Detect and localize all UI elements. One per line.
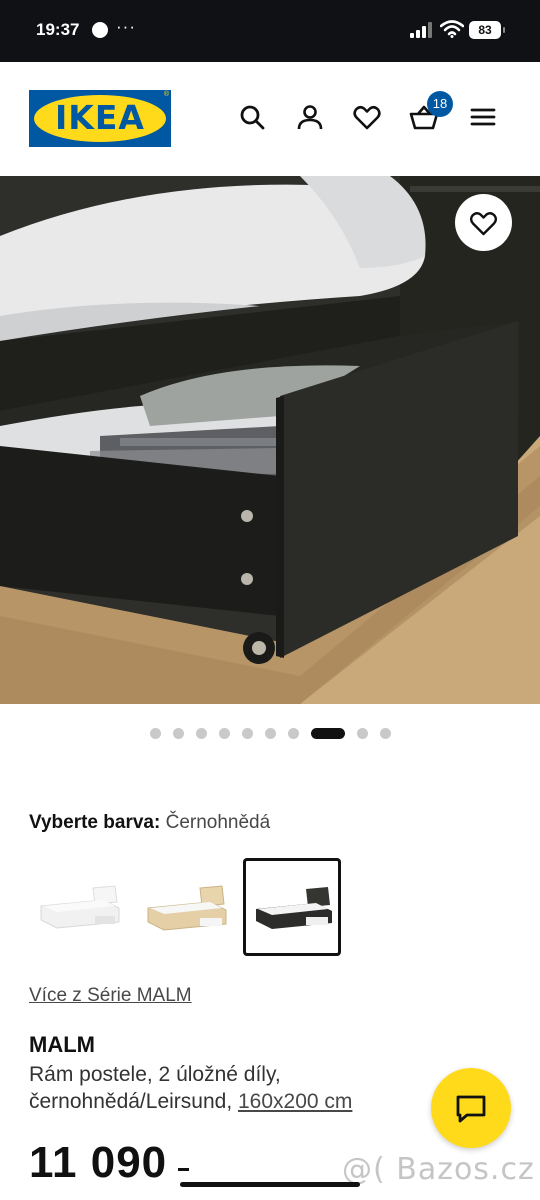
color-variant-oak[interactable] — [136, 858, 234, 956]
product-color-material: černohnědá/Leirsund, — [29, 1090, 233, 1113]
gallery-dot[interactable] — [150, 728, 161, 739]
gallery-dot[interactable] — [196, 728, 207, 739]
wifi-icon — [440, 20, 464, 38]
logo-text: IKEA — [55, 98, 145, 137]
series-link[interactable]: Více z Série MALM — [29, 985, 192, 1007]
size-link[interactable]: 160x200 cm — [238, 1090, 352, 1113]
gallery-dot-active[interactable] — [311, 728, 345, 739]
product-name: MALM — [29, 1032, 95, 1057]
gallery-dot[interactable] — [288, 728, 299, 739]
home-indicator — [180, 1182, 360, 1187]
selected-color-value: Černohnědá — [165, 812, 271, 833]
color-label-text: Vyberte barva: — [29, 812, 161, 833]
menu-icon[interactable] — [468, 102, 498, 132]
site-header: IKEA ® 18 — [0, 62, 540, 176]
black-brown-bed-thumbnail — [256, 887, 332, 929]
signal-icon — [410, 22, 432, 38]
product-photo — [0, 176, 540, 704]
gallery-dot[interactable] — [242, 728, 253, 739]
color-variant-black-brown[interactable] — [243, 858, 341, 956]
price-dash — [178, 1168, 189, 1171]
ikea-logo[interactable]: IKEA ® — [29, 90, 171, 147]
status-bar: 19:37 ··· 83 — [0, 0, 540, 62]
logo-registered-mark: ® — [163, 91, 169, 98]
search-icon[interactable] — [237, 102, 267, 132]
gallery-dot[interactable] — [173, 728, 184, 739]
white-bed-thumbnail — [40, 885, 120, 929]
gallery-dot[interactable] — [219, 728, 230, 739]
status-time: 19:37 — [36, 20, 80, 39]
product-description: Rám postele, 2 úložné díly, — [29, 1063, 281, 1086]
status-more-indicator: ··· — [116, 17, 136, 36]
battery-indicator: 83 — [469, 21, 505, 39]
heart-outline-icon — [469, 212, 498, 236]
color-selector-label: Vyberte barva: Černohnědá — [29, 812, 270, 834]
gallery-dot[interactable] — [357, 728, 368, 739]
user-icon[interactable] — [295, 102, 325, 132]
cart-count-badge[interactable]: 18 — [427, 91, 453, 117]
chat-button[interactable] — [431, 1068, 511, 1148]
gallery-dot[interactable] — [380, 728, 391, 739]
color-variant-white[interactable] — [29, 858, 127, 956]
chat-icon — [456, 1095, 486, 1123]
add-to-wishlist-button[interactable] — [455, 194, 512, 251]
gallery-dot[interactable] — [265, 728, 276, 739]
bazos-watermark: @( Bazos.cz — [342, 1152, 535, 1187]
messenger-icon — [92, 22, 108, 38]
oak-bed-thumbnail — [147, 885, 227, 931]
heart-icon[interactable] — [352, 102, 382, 132]
product-image[interactable] — [0, 176, 540, 704]
product-price: 11 090 — [29, 1138, 168, 1187]
product-description-line2: černohnědá/Leirsund, 160x200 cm — [29, 1090, 352, 1114]
gallery-pagination[interactable] — [0, 726, 540, 742]
